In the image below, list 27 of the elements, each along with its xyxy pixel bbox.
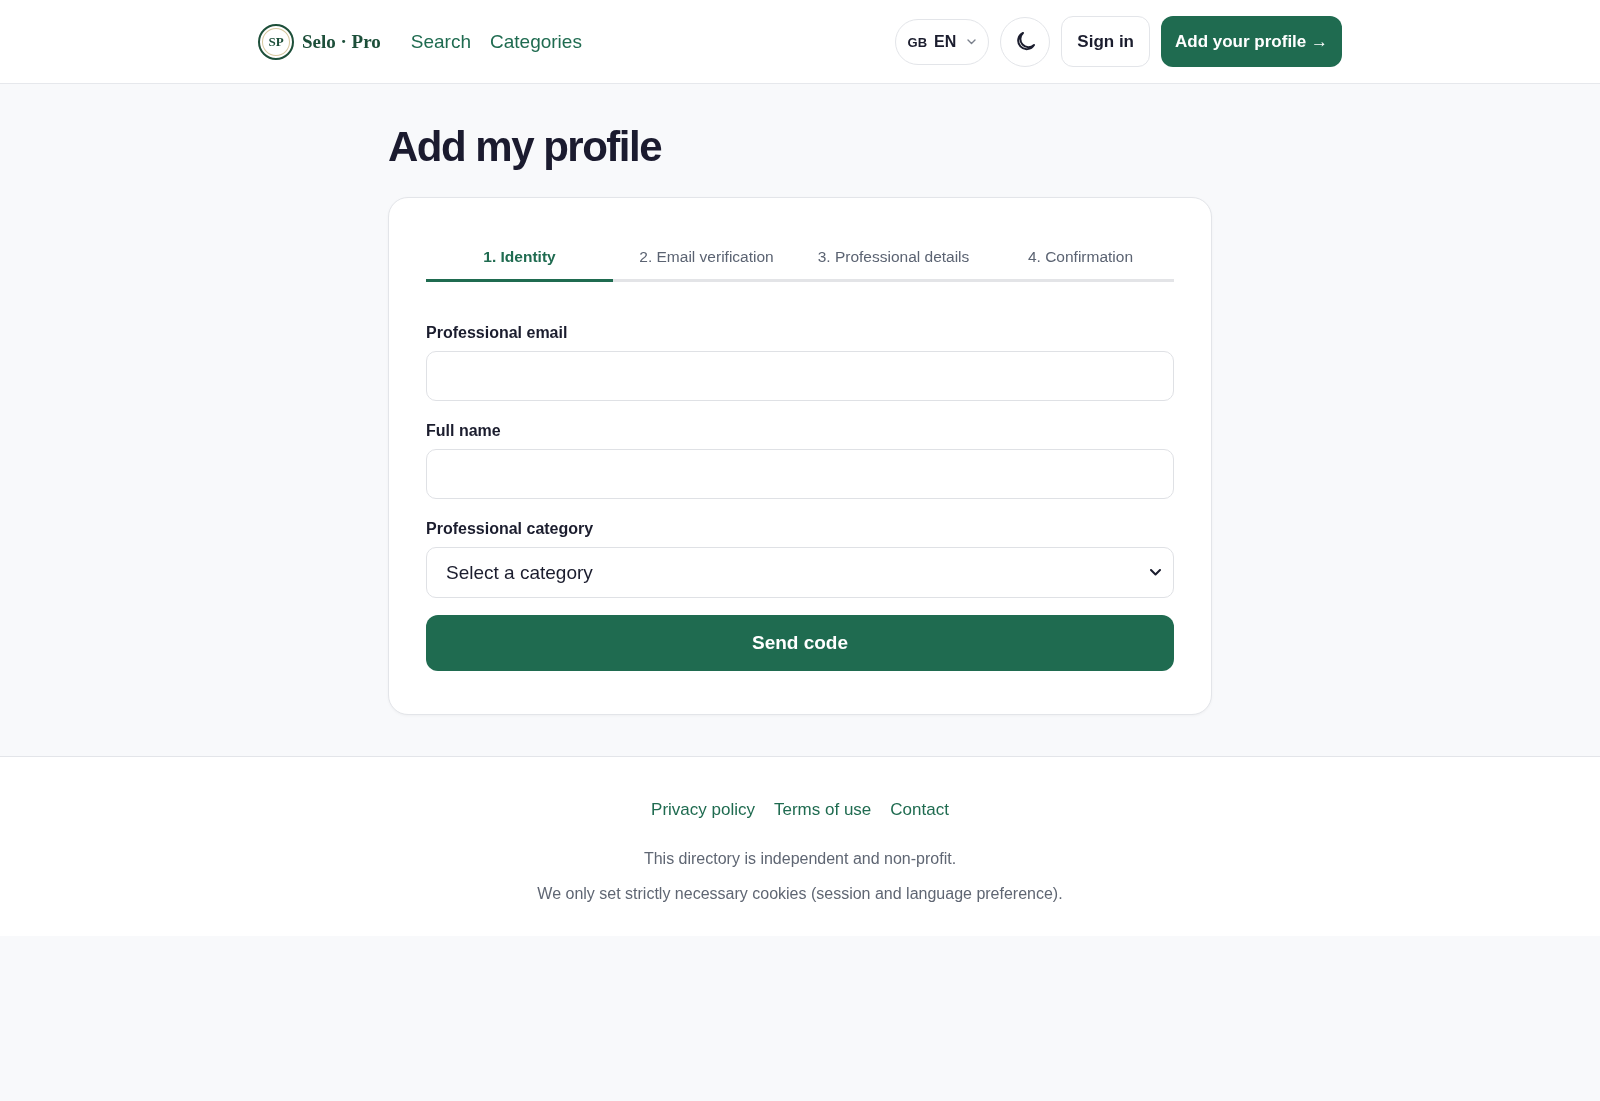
language-selector[interactable]: GB EN	[894, 18, 990, 65]
category-select[interactable]: Select a category	[426, 547, 1174, 598]
step-tab[interactable]: 3. Professional details	[800, 237, 987, 282]
sign-in-button[interactable]: Sign in	[1061, 16, 1150, 67]
page-title: Add my profile	[388, 122, 663, 172]
send-code-button[interactable]: Send code	[426, 615, 1174, 671]
footer-link[interactable]: Contact	[890, 797, 949, 823]
field-label: Professional email	[426, 323, 569, 343]
chevron-down-icon	[1150, 569, 1161, 576]
nav-link[interactable]: Categories	[490, 30, 582, 53]
logo-wordmark[interactable]: Selo · Pro	[302, 30, 381, 53]
step-tab[interactable]: 2. Email verification	[613, 237, 800, 282]
field-label: Full name	[426, 421, 502, 441]
logo-monogram[interactable]: SP	[258, 23, 294, 60]
add-profile-button[interactable]: Add your profile →	[1161, 16, 1342, 67]
footer-note: We only set strictly necessary cookies (session and language preference).	[536, 884, 1064, 904]
footer-link[interactable]: Privacy policy	[651, 797, 755, 823]
moon-icon	[1015, 31, 1035, 52]
step-tab[interactable]: 4. Confirmation	[987, 237, 1174, 282]
step-tab[interactable]: 1. Identity	[426, 237, 613, 282]
chevron-down-icon	[967, 38, 977, 45]
field-label: Professional category	[426, 519, 595, 539]
nav-link[interactable]: Search	[410, 30, 471, 53]
footer-link[interactable]: Terms of use	[774, 797, 872, 823]
text-input[interactable]	[426, 449, 1174, 499]
footer-note: This directory is independent and non-profit.	[642, 849, 958, 869]
text-input[interactable]	[426, 351, 1174, 401]
